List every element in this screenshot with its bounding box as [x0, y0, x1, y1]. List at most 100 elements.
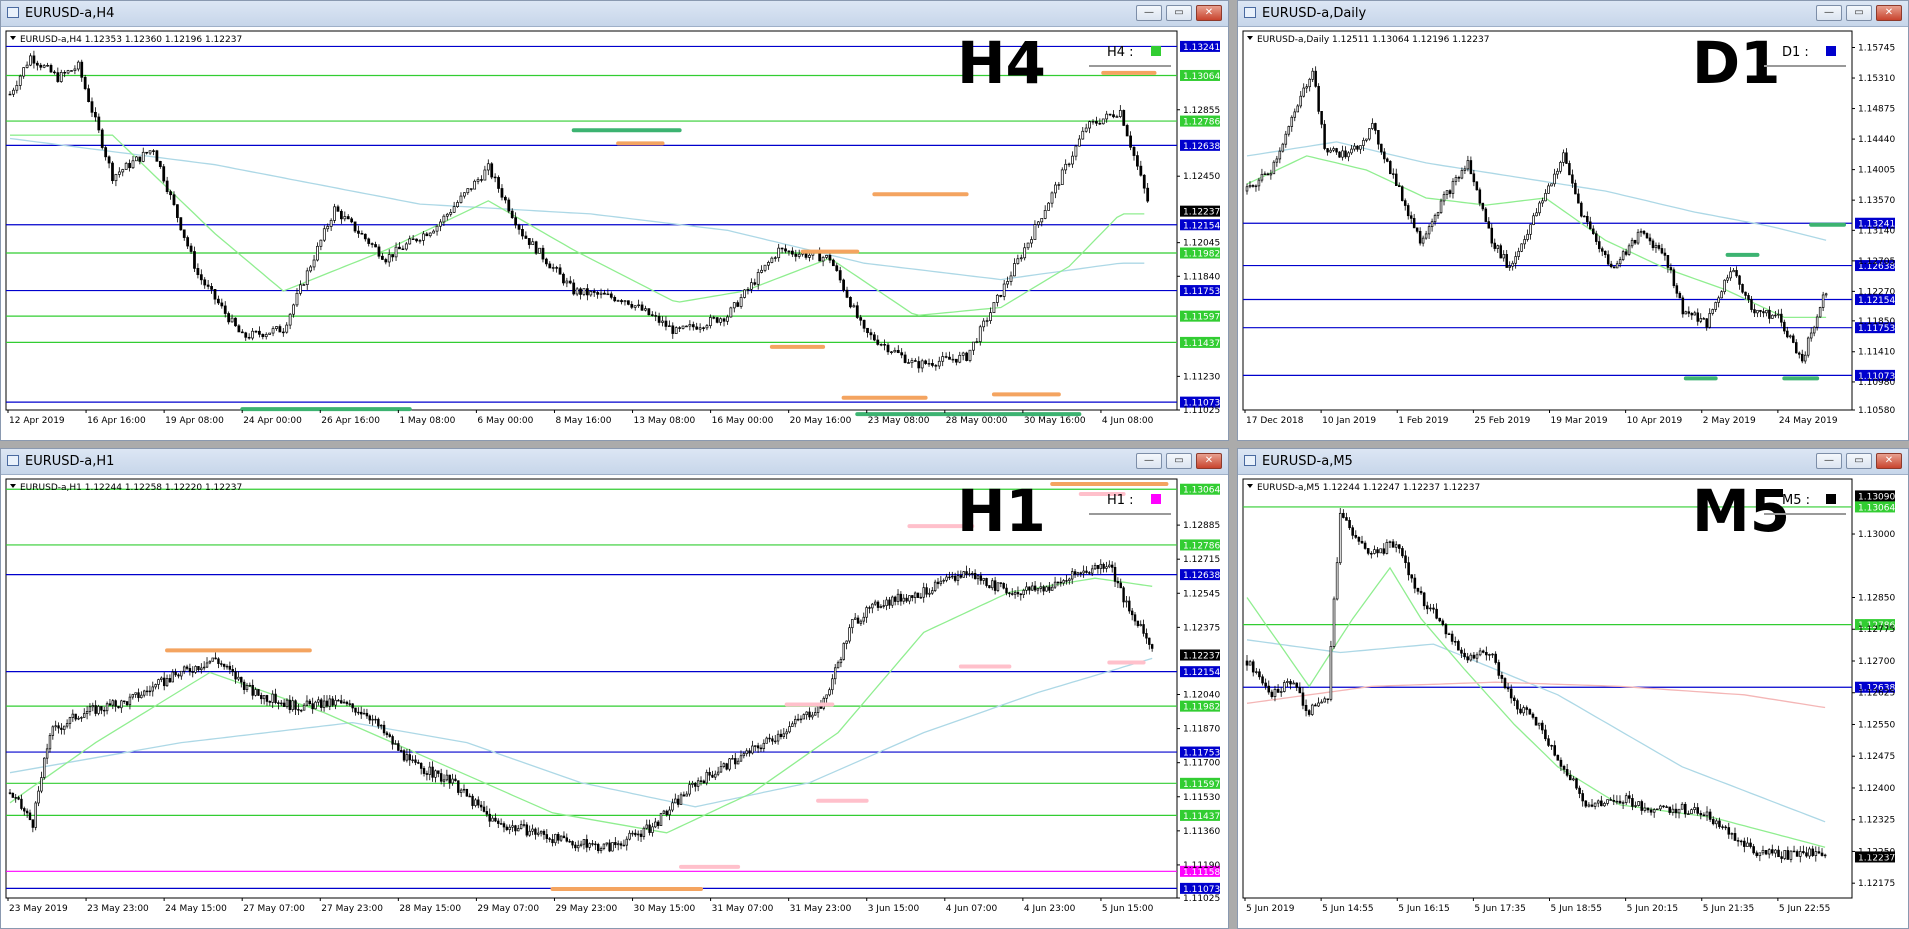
candle-body: [711, 774, 714, 778]
candle-body: [377, 718, 380, 727]
window-titlebar[interactable]: EURUSD-a,H1 — ▭ ✕: [1, 449, 1228, 475]
window-titlebar[interactable]: EURUSD-a,M5 — ▭ ✕: [1238, 449, 1908, 475]
candle-body: [862, 319, 866, 329]
candle-body: [404, 243, 408, 250]
close-button[interactable]: ✕: [1196, 5, 1222, 21]
y-tick-label: 1.11360: [1183, 827, 1220, 837]
chart-window-h1[interactable]: EURUSD-a,H1 — ▭ ✕ 1.13064 1.12786 1.12638 1.122…: [0, 448, 1229, 929]
candle-body: [1403, 200, 1407, 206]
candle-body: [746, 288, 750, 291]
candle-body: [1389, 161, 1392, 175]
window-titlebar[interactable]: EURUSD-a,Daily — ▭ ✕: [1238, 1, 1908, 27]
chart-window-h4[interactable]: EURUSD-a,H4 — ▭ ✕ 1.13241 1.13064 1.12786 1.126…: [0, 0, 1229, 441]
chart-window-d1[interactable]: EURUSD-a,Daily — ▭ ✕ 1.13241 1.12638 1.12154 1.…: [1237, 0, 1909, 441]
candle-body: [1466, 656, 1469, 661]
candle-body: [268, 701, 272, 703]
candle-body: [1371, 123, 1374, 129]
candle-body: [596, 844, 600, 852]
candle-body: [381, 255, 384, 260]
candle-body: [108, 703, 112, 706]
candle-body: [1815, 316, 1819, 328]
chart-canvas[interactable]: 1.130901.130641.127861.126381.122371.130…: [1238, 474, 1908, 928]
candle-body: [186, 237, 190, 247]
candle-body: [240, 331, 244, 334]
maximize-button[interactable]: ▭: [1846, 5, 1872, 21]
maximize-button[interactable]: ▭: [1166, 5, 1192, 21]
close-button[interactable]: ✕: [1196, 453, 1222, 469]
close-button[interactable]: ✕: [1876, 5, 1902, 21]
candle-body: [345, 701, 349, 705]
minimize-button[interactable]: —: [1816, 453, 1842, 469]
candle-body: [934, 365, 938, 367]
candle-body: [368, 715, 371, 721]
candle-body: [876, 339, 880, 345]
chart-canvas[interactable]: 1.13064 1.12786 1.12638 1.12237 1.12154 1.119…: [1, 474, 1228, 928]
candle-body: [1744, 291, 1747, 296]
candle-body: [1721, 826, 1724, 828]
candle-body: [1307, 710, 1311, 715]
candle-body: [1093, 564, 1097, 570]
minimize-button[interactable]: —: [1136, 5, 1162, 21]
candle-body: [736, 302, 740, 307]
candle-body: [679, 794, 683, 805]
y-tick-label: 1.11530: [1183, 793, 1220, 803]
candle-body: [1251, 185, 1255, 187]
candle-body: [254, 330, 258, 333]
timeframe-indicator-label: H1 :: [1107, 493, 1134, 508]
chart-canvas[interactable]: 1.13241 1.13064 1.12786 1.12638 1.12237 1.121…: [1, 26, 1228, 440]
candle-body: [716, 771, 720, 775]
minimize-button[interactable]: —: [1816, 5, 1842, 21]
candle-body: [437, 770, 440, 774]
candle-body: [973, 572, 977, 580]
candle-body: [353, 221, 357, 232]
x-tick-label: 24 May 15:00: [165, 904, 227, 914]
candle-body: [328, 698, 332, 707]
x-tick-label: 23 May 08:00: [868, 416, 930, 426]
candle-body: [1783, 850, 1787, 859]
candle-body: [511, 825, 514, 828]
candle-body: [659, 812, 663, 826]
candle-body: [40, 777, 43, 792]
candle-body: [463, 192, 466, 197]
x-tick-label: 5 Jun 14:55: [1322, 904, 1373, 914]
svg-text:1.11597: 1.11597: [1183, 780, 1220, 790]
candle-body: [1057, 184, 1061, 186]
candle-body: [1395, 173, 1398, 186]
candle-body: [1413, 577, 1417, 589]
candle-body: [1110, 564, 1114, 568]
chart-canvas[interactable]: 1.132411.126381.121541.117531.110731.157…: [1238, 26, 1908, 440]
candle-body: [1289, 681, 1292, 685]
candle-body: [15, 85, 19, 91]
maximize-button[interactable]: ▭: [1846, 453, 1872, 469]
candle-body: [1516, 700, 1519, 710]
candle-body: [642, 827, 646, 837]
candle-body: [1348, 520, 1351, 529]
candle-body: [805, 711, 808, 716]
candle-body: [295, 292, 299, 306]
y-tick-label: 1.11850: [1858, 317, 1895, 327]
candle-body: [794, 253, 798, 257]
window-titlebar[interactable]: EURUSD-a,H4 — ▭ ✕: [1, 1, 1228, 27]
candle-body: [903, 354, 907, 363]
candle-body: [1596, 800, 1600, 804]
x-tick-label: 24 Apr 00:00: [243, 416, 302, 426]
candle-body: [497, 820, 500, 824]
minimize-button[interactable]: —: [1136, 453, 1162, 469]
candle-body: [1484, 208, 1488, 222]
candle-body: [80, 61, 84, 78]
maximize-button[interactable]: ▭: [1166, 453, 1192, 469]
candle-body: [1382, 548, 1386, 554]
close-button[interactable]: ✕: [1876, 453, 1902, 469]
candle-body: [715, 317, 719, 323]
candle-body: [1088, 572, 1091, 574]
candle-body: [141, 151, 145, 162]
chart-window-m5[interactable]: EURUSD-a,M5 — ▭ ✕ 1.13090 1.13064 1.12786 1.126…: [1237, 448, 1909, 929]
candle-body: [476, 179, 480, 182]
candle-body: [1500, 675, 1504, 679]
x-tick-label: 5 Jun 15:00: [1102, 904, 1154, 914]
candle-body: [1628, 795, 1631, 799]
candle-body: [1283, 682, 1286, 692]
candle-body: [1447, 633, 1451, 636]
candle-body: [1696, 312, 1700, 322]
candle-body: [1454, 177, 1458, 182]
